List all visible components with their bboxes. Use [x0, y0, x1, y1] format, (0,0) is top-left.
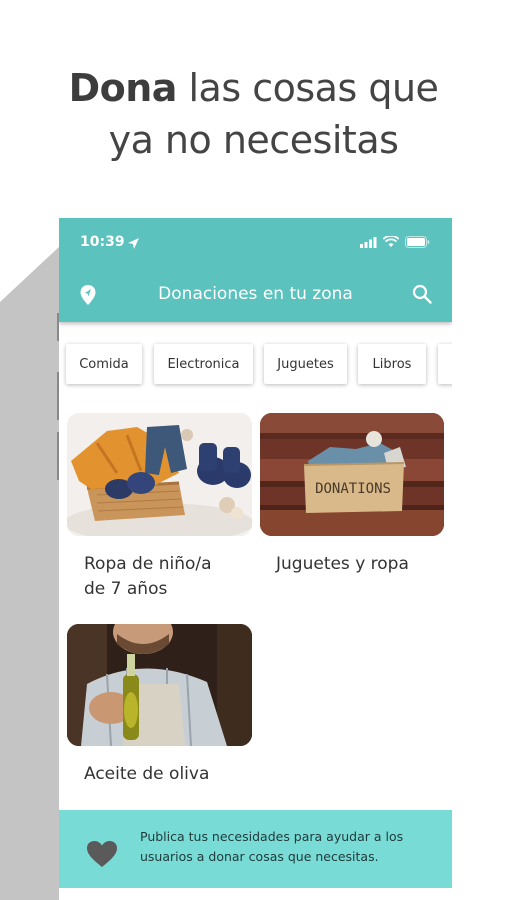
status-icons — [360, 236, 430, 248]
headline-bold: Dona — [68, 66, 178, 110]
donations-box-label: DONATIONS — [315, 481, 391, 497]
app-bar-title: Donaciones en tu zona — [158, 284, 353, 304]
category-chips: Comida Electronica Juguetes Libros — [59, 344, 452, 386]
item-title-donations[interactable]: Juguetes y ropa — [276, 552, 409, 577]
chip-electronica[interactable]: Electronica — [154, 344, 253, 384]
phone-shadow — [0, 246, 60, 900]
chip-juguetes[interactable]: Juguetes — [264, 344, 347, 384]
item-title-olive-oil[interactable]: Aceite de oliva — [84, 762, 209, 787]
chip-comida[interactable]: Comida — [66, 344, 142, 384]
location-arrow-icon — [128, 238, 139, 249]
item-image-clothes[interactable] — [67, 413, 252, 536]
chip-more[interactable] — [438, 344, 452, 384]
heart-icon — [87, 841, 117, 867]
app-bar: 10:39 Donaciones en tu zona — [59, 218, 452, 322]
publish-needs-banner[interactable]: Publica tus necesidades para ayudar a lo… — [59, 810, 452, 888]
headline-rest: las cosas que — [176, 66, 439, 110]
item-title-clothes[interactable]: Ropa de niño/a de 7 años — [84, 552, 212, 602]
phone-screen: 10:39 Donaciones en tu zona Comida Elect… — [59, 218, 452, 900]
wifi-icon — [383, 236, 399, 247]
banner-text: Publica tus necesidades para ayudar a lo… — [140, 829, 404, 864]
headline-line2: ya no necesitas — [108, 118, 399, 162]
status-time: 10:39 — [80, 234, 125, 250]
signal-icon — [360, 236, 377, 248]
clothes-photo — [67, 413, 252, 536]
donations-photo: DONATIONS — [260, 413, 444, 536]
item-title-clothes-line1: Ropa de niño/a — [84, 554, 212, 574]
headline: Dona las cosas que ya no necesitas — [0, 62, 507, 166]
olive-oil-photo — [67, 624, 252, 746]
chip-libros[interactable]: Libros — [358, 344, 426, 384]
item-image-donations[interactable]: DONATIONS — [260, 413, 444, 536]
item-image-olive-oil[interactable] — [67, 624, 252, 746]
search-icon[interactable] — [412, 284, 432, 304]
battery-icon — [405, 236, 430, 248]
item-title-clothes-line2: de 7 años — [84, 579, 168, 599]
